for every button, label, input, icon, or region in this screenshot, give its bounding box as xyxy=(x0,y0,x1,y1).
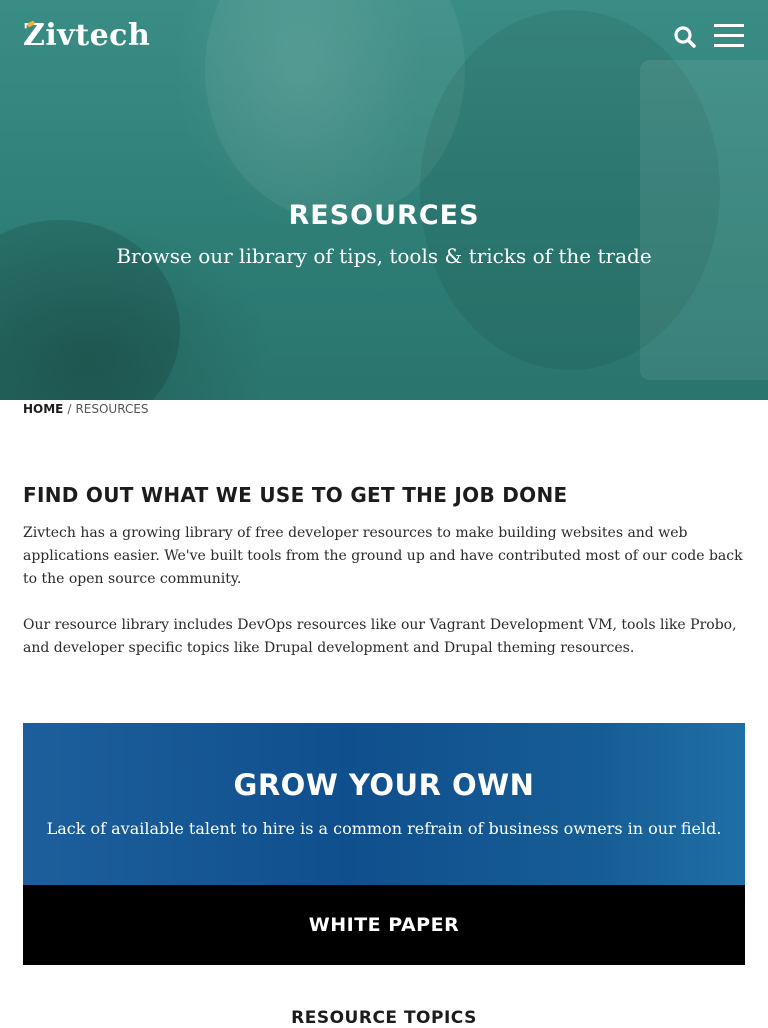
site-logo[interactable]: Zivtech xyxy=(23,18,150,53)
hero-banner: Zivtech RESOURCES Browse our library of … xyxy=(0,0,768,400)
intro-paragraph: Our resource library includes DevOps res… xyxy=(23,617,737,656)
resource-topics-heading: RESOURCE TOPICS xyxy=(291,1008,477,1028)
hamburger-menu-icon[interactable] xyxy=(714,22,746,50)
page-title: RESOURCES xyxy=(288,200,480,231)
menu-line xyxy=(714,34,744,37)
search-button[interactable] xyxy=(672,24,698,50)
breadcrumb-home-link[interactable]: HOME xyxy=(23,402,63,416)
search-icon xyxy=(674,26,696,48)
breadcrumb-separator: / xyxy=(67,402,72,416)
white-paper-button[interactable]: WHITE PAPER xyxy=(23,885,745,965)
section-heading: FIND OUT WHAT WE USE TO GET THE JOB DONE xyxy=(23,483,568,507)
promo-subtitle: Lack of available talent to hire is a co… xyxy=(46,819,722,838)
promo-banner: GROW YOUR OWN Lack of available talent t… xyxy=(23,723,745,885)
breadcrumb-current: RESOURCES xyxy=(75,402,149,416)
promo-title: GROW YOUR OWN xyxy=(233,768,535,802)
page-subtitle: Browse our library of tips, tools & tric… xyxy=(116,244,652,268)
breadcrumb: HOME / RESOURCES xyxy=(23,402,149,416)
intro-paragraph: Zivtech has a growing library of free de… xyxy=(23,525,743,587)
menu-line xyxy=(714,44,744,47)
menu-line xyxy=(714,24,744,27)
